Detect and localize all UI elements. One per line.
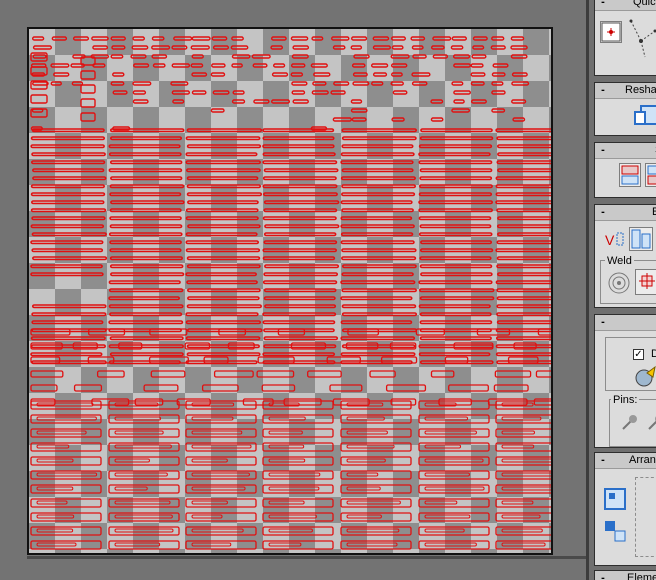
weld-group-label: Weld — [605, 255, 634, 267]
pack-icon[interactable] — [603, 519, 627, 543]
rollout-header[interactable]: - Elemen — [595, 571, 656, 580]
rollout-title: Arrang — [629, 454, 656, 466]
weld-target-icon[interactable] — [607, 271, 631, 295]
stitch-rollout: - S — [594, 142, 656, 198]
uv-editor-viewport[interactable] — [0, 0, 587, 580]
stitch-icon[interactable] — [619, 163, 641, 187]
reshape-rollout: - Reshap — [594, 82, 656, 136]
rollout-header[interactable]: - Ex — [595, 205, 656, 221]
collapse-toggle[interactable]: - — [599, 0, 607, 10]
explode-rollout: - Ex V Weld — [594, 204, 656, 308]
rollout-header[interactable]: - — [595, 315, 656, 331]
rollout-title: Ex — [652, 205, 656, 220]
rollout-header[interactable]: - Reshap — [595, 83, 656, 99]
flatten-icon[interactable] — [629, 227, 653, 251]
rollout-title: Quick — [633, 0, 656, 8]
weld-selected-icon[interactable] — [635, 269, 656, 295]
rollout-header[interactable]: - S — [595, 143, 656, 159]
collapse-toggle[interactable]: - — [599, 205, 607, 220]
pin-add-icon[interactable] — [645, 413, 656, 433]
stitch-custom-icon[interactable] — [645, 163, 656, 187]
pins-group-label: Pins: — [611, 394, 640, 406]
collapse-toggle[interactable]: - — [599, 315, 607, 330]
element-rollout: - Elemen — [594, 570, 656, 580]
arrange-options-box — [635, 477, 656, 557]
collapse-toggle[interactable]: - — [599, 83, 607, 98]
arrange-icon[interactable] — [603, 487, 627, 511]
uv-grid-icon[interactable] — [600, 21, 622, 43]
pin-icon[interactable] — [619, 413, 641, 433]
arrange-rollout: - Arrang — [594, 452, 656, 566]
gizmo-icon[interactable] — [625, 17, 656, 61]
command-panel[interactable]: - Quick - Reshap - S — [586, 0, 656, 580]
rollout-header[interactable]: - Quick — [595, 0, 656, 11]
quick-transform-rollout: - Quick — [594, 0, 656, 76]
peel-rollout: - ✓ D Pins: — [594, 314, 656, 448]
svg-text:V: V — [605, 232, 615, 248]
uv-checker-canvas[interactable] — [27, 27, 553, 555]
rollout-title: Reshap — [625, 84, 656, 96]
cube-icon[interactable] — [633, 102, 656, 130]
collapse-toggle[interactable]: - — [599, 143, 607, 158]
uv-edges[interactable] — [30, 36, 551, 550]
peel-detach-checkbox[interactable]: ✓ — [633, 349, 644, 360]
rollout-title: Elemen — [627, 572, 656, 580]
peel-icon[interactable] — [633, 365, 656, 389]
peel-detach-label: D — [651, 348, 656, 360]
collapse-toggle[interactable]: - — [599, 453, 607, 468]
uv-islands-layer[interactable] — [29, 29, 551, 553]
explode-icon[interactable]: V — [603, 229, 627, 251]
rollout-header[interactable]: - Arrang — [595, 453, 656, 469]
collapse-toggle[interactable]: - — [599, 571, 607, 580]
viewport-bottom-bar — [27, 556, 587, 559]
